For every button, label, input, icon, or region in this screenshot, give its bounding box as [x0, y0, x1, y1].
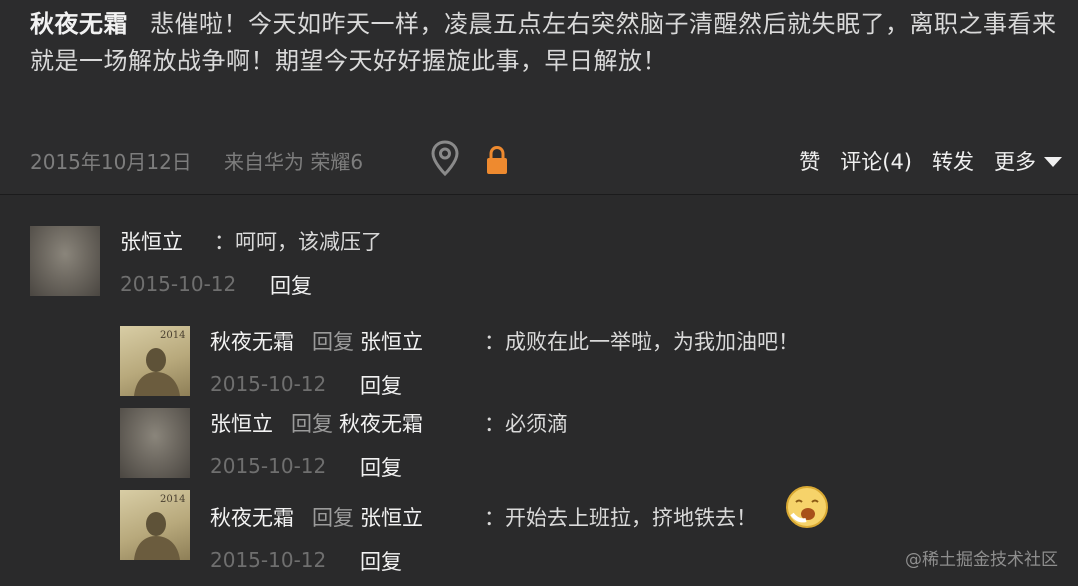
svg-text:2014: 2014 — [160, 494, 185, 505]
watermark: @稀土掘金技术社区 — [905, 550, 1058, 570]
reply-text: ：开始去上班拉，挤地铁去！ — [484, 506, 757, 530]
location-pin-icon[interactable] — [430, 140, 460, 176]
reply-target[interactable]: 张恒立 — [360, 506, 423, 530]
reply-date: 2015-10-12 — [210, 454, 327, 478]
post-meta: 2015年10月12日 来自华为 荣耀6 赞 评论(4) 转发 更多 — [30, 140, 1070, 180]
like-button[interactable]: 赞 — [799, 146, 820, 176]
reply-text: ：成败在此一举啦，为我加油吧！ — [484, 330, 799, 354]
reply-word: 回复 — [312, 506, 354, 530]
avatar[interactable] — [30, 226, 100, 296]
reply-button[interactable]: 回复 — [360, 546, 402, 576]
more-button[interactable]: 更多 — [994, 146, 1062, 176]
post-author[interactable]: 秋夜无霜 — [30, 10, 128, 38]
more-label: 更多 — [994, 150, 1036, 174]
avatar-portrait: 2014 — [134, 494, 185, 560]
reply-header: 秋夜无霜 回复 张恒立 — [210, 326, 423, 356]
reply-button[interactable]: 回复 — [360, 452, 402, 482]
reply-button[interactable]: 回复 — [270, 270, 312, 300]
post-actions: 赞 评论(4) 转发 更多 — [799, 146, 1062, 176]
reply-text: ：必须滴 — [484, 412, 568, 436]
lock-icon[interactable] — [485, 145, 509, 175]
reply-word: 回复 — [312, 330, 354, 354]
reply-header: 秋夜无霜 回复 张恒立 — [210, 502, 423, 532]
avatar-portrait: 2014 — [134, 330, 185, 396]
post-source: 来自华为 荣耀6 — [224, 150, 364, 174]
repost-button[interactable]: 转发 — [932, 146, 974, 176]
avatar[interactable] — [120, 408, 190, 478]
svg-text:2014: 2014 — [160, 330, 185, 341]
chevron-down-icon — [1044, 157, 1062, 167]
avatar[interactable]: 2014 — [120, 490, 190, 560]
post-card: 秋夜无霜 悲催啦！今天如昨天一样，凌晨五点左右突然脑子清醒然后就失眠了，离职之事看… — [0, 0, 1078, 195]
comment-date: 2015-10-12 — [120, 272, 237, 296]
comment-text: ：呵呵，该减压了 — [214, 230, 382, 254]
reply-button[interactable]: 回复 — [360, 370, 402, 400]
reply-date: 2015-10-12 — [210, 548, 327, 572]
reply-target[interactable]: 张恒立 — [360, 330, 423, 354]
avatar[interactable]: 2014 — [120, 326, 190, 396]
post-text: 悲催啦！今天如昨天一样，凌晨五点左右突然脑子清醒然后就失眠了，离职之事看来就是一… — [30, 10, 1057, 75]
post-date: 2015年10月12日 — [30, 150, 192, 174]
comment-author[interactable]: 张恒立 — [120, 226, 183, 256]
reply-date: 2015-10-12 — [210, 372, 327, 396]
reply-target[interactable]: 秋夜无霜 — [339, 412, 423, 436]
reply-author[interactable]: 秋夜无霜 — [210, 330, 294, 354]
post-body: 秋夜无霜 悲催啦！今天如昨天一样，凌晨五点左右突然脑子清醒然后就失眠了，离职之事看… — [30, 6, 1070, 80]
reply-author[interactable]: 秋夜无霜 — [210, 506, 294, 530]
reply-word: 回复 — [291, 412, 333, 436]
yawn-emoji-icon — [786, 486, 828, 528]
reply-author[interactable]: 张恒立 — [210, 412, 273, 436]
reply-header: 张恒立 回复 秋夜无霜 — [210, 408, 423, 438]
comment-button[interactable]: 评论(4) — [840, 146, 912, 176]
